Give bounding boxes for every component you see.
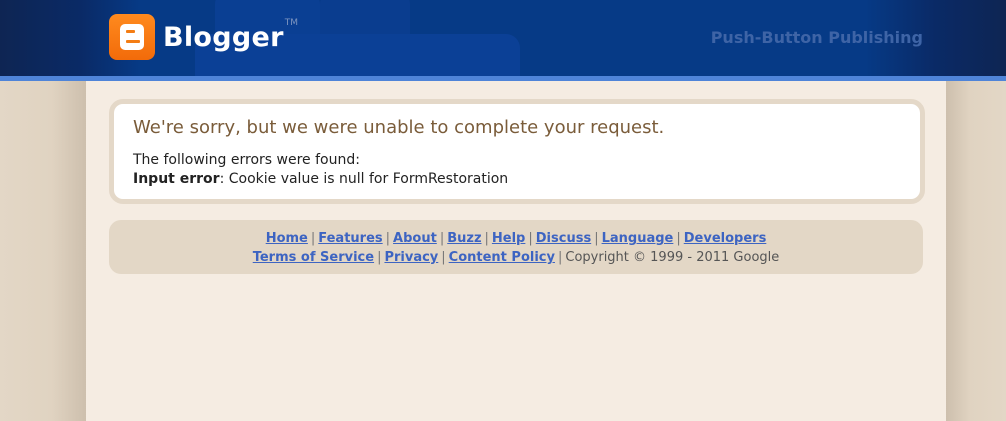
footer-separator: |	[557, 250, 563, 265]
blogger-b-icon	[109, 14, 155, 60]
error-label: Input error	[133, 171, 220, 187]
error-intro: The following errors were found:	[133, 152, 360, 168]
error-message: : Cookie value is null for FormRestorati…	[219, 171, 509, 187]
footer-separator: |	[310, 231, 316, 246]
blogger-logo[interactable]: Blogger TM	[109, 14, 298, 60]
footer-separator: |	[528, 231, 533, 246]
main-content: We're sorry, but we were unable to compl…	[86, 81, 946, 421]
footer-link-content-policy[interactable]: Content Policy	[449, 250, 555, 265]
footer-link-language[interactable]: Language	[602, 231, 674, 246]
footer: Home | Features | About | Buzz | Help | Discuss | La…	[109, 220, 923, 274]
footer-separator: |	[385, 231, 391, 246]
footer-separator: |	[441, 250, 446, 265]
error-title: We're sorry, but we were unable to compl…	[133, 117, 665, 138]
error-detail: Input error: Cookie value is null for Fo…	[133, 171, 508, 187]
trademark-mark: TM	[284, 18, 299, 28]
footer-link-help[interactable]: Help	[492, 231, 525, 246]
footer-separator: |	[439, 231, 445, 246]
footer-separator: |	[484, 231, 489, 246]
footer-separator: |	[377, 250, 382, 265]
footer-link-buzz[interactable]: Buzz	[447, 231, 481, 246]
footer-link-discuss[interactable]: Discuss	[536, 231, 591, 246]
brand-name: Blogger	[163, 21, 284, 53]
footer-link-terms[interactable]: Terms of Service	[253, 250, 374, 265]
footer-links-row-1: Home | Features | About | Buzz | Help | Discuss | La…	[109, 229, 923, 248]
copyright: Copyright © 1999 - 2011 Google	[565, 250, 780, 265]
footer-link-developers[interactable]: Developers	[684, 231, 767, 246]
error-box: We're sorry, but we were unable to compl…	[109, 99, 925, 204]
footer-link-features[interactable]: Features	[318, 231, 382, 246]
footer-link-home[interactable]: Home	[266, 231, 308, 246]
tagline: Push-Button Publishing	[710, 28, 923, 47]
footer-link-privacy[interactable]: Privacy	[384, 250, 438, 265]
footer-separator: |	[676, 231, 681, 246]
footer-links-row-2: Terms of Service | Privacy | Content Policy |…	[109, 248, 923, 267]
footer-separator: |	[594, 231, 599, 246]
footer-link-about[interactable]: About	[393, 231, 437, 246]
header-bar: Blogger TM Push-Button Publishing	[0, 0, 1006, 76]
